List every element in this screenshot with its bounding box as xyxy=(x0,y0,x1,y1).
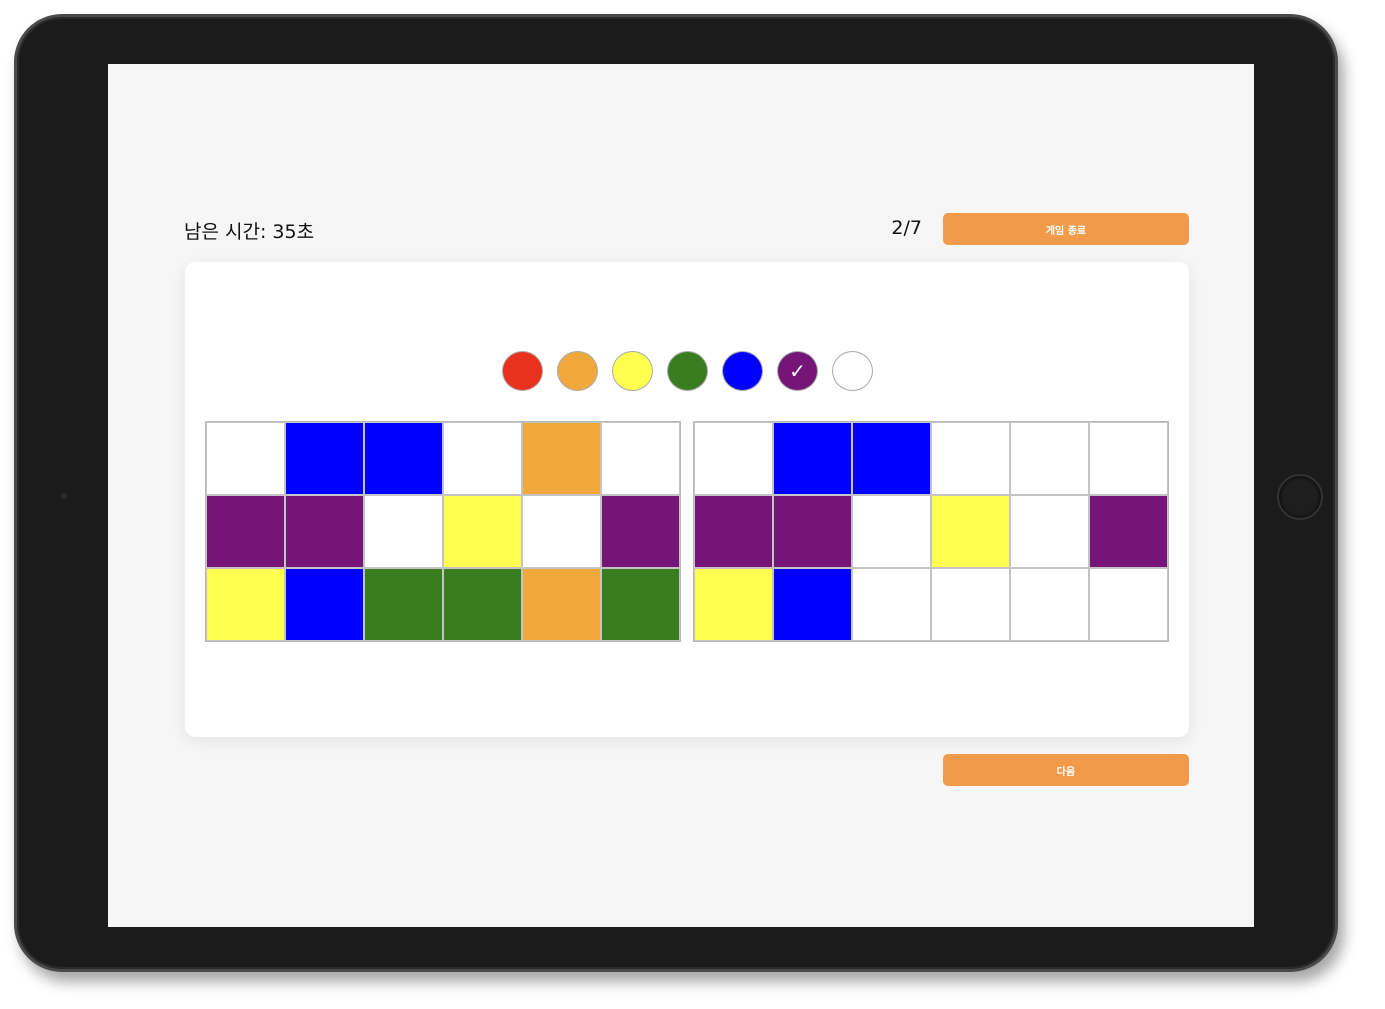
end-game-button[interactable]: 게임 종료 xyxy=(943,213,1189,245)
tablet-frame: 남은 시간: 35초 2/7 게임 종료 ✓ ✓ ✓ ✓ ✓ ✓ ✓ 다음 xyxy=(14,14,1338,972)
puzzle-card: ✓ ✓ ✓ ✓ ✓ ✓ ✓ xyxy=(185,262,1189,737)
answer-cell-r2-c4[interactable] xyxy=(1010,568,1089,641)
color-palette: ✓ ✓ ✓ ✓ ✓ ✓ ✓ xyxy=(502,351,873,391)
target-grid xyxy=(205,421,681,642)
swatch-red[interactable]: ✓ xyxy=(502,351,543,391)
target-cell-r2-c0 xyxy=(206,568,285,641)
target-cell-r2-c1 xyxy=(285,568,364,641)
answer-cell-r0-c1[interactable] xyxy=(773,422,852,495)
answer-cell-r0-c5[interactable] xyxy=(1089,422,1168,495)
answer-cell-r2-c5[interactable] xyxy=(1089,568,1168,641)
swatch-blue[interactable]: ✓ xyxy=(722,351,763,391)
game-screen: 남은 시간: 35초 2/7 게임 종료 ✓ ✓ ✓ ✓ ✓ ✓ ✓ 다음 xyxy=(108,64,1254,927)
target-cell-r0-c0 xyxy=(206,422,285,495)
target-cell-r2-c4 xyxy=(522,568,601,641)
answer-cell-r1-c5[interactable] xyxy=(1089,495,1168,568)
progress-counter: 2/7 xyxy=(891,217,922,239)
answer-cell-r2-c0[interactable] xyxy=(694,568,773,641)
target-cell-r1-c0 xyxy=(206,495,285,568)
target-cell-r2-c2 xyxy=(364,568,443,641)
answer-cell-r0-c4[interactable] xyxy=(1010,422,1089,495)
target-cell-r0-c3 xyxy=(443,422,522,495)
target-cell-r1-c1 xyxy=(285,495,364,568)
target-cell-r2-c5 xyxy=(601,568,680,641)
target-cell-r1-c3 xyxy=(443,495,522,568)
answer-cell-r1-c2[interactable] xyxy=(852,495,931,568)
target-cell-r0-c1 xyxy=(285,422,364,495)
answer-cell-r0-c0[interactable] xyxy=(694,422,773,495)
answer-cell-r2-c3[interactable] xyxy=(931,568,1010,641)
camera-icon xyxy=(61,493,67,499)
target-cell-r0-c5 xyxy=(601,422,680,495)
answer-cell-r1-c1[interactable] xyxy=(773,495,852,568)
answer-cell-r2-c2[interactable] xyxy=(852,568,931,641)
checkmark-icon: ✓ xyxy=(789,359,806,383)
target-cell-r1-c2 xyxy=(364,495,443,568)
swatch-yellow[interactable]: ✓ xyxy=(612,351,653,391)
target-cell-r1-c5 xyxy=(601,495,680,568)
target-cell-r1-c4 xyxy=(522,495,601,568)
swatch-orange[interactable]: ✓ xyxy=(557,351,598,391)
timer-text: 남은 시간: 35초 xyxy=(184,221,315,243)
target-cell-r2-c3 xyxy=(443,568,522,641)
swatch-purple[interactable]: ✓ xyxy=(777,351,818,391)
home-button[interactable] xyxy=(1277,474,1323,520)
swatch-green[interactable]: ✓ xyxy=(667,351,708,391)
answer-cell-r0-c3[interactable] xyxy=(931,422,1010,495)
swatch-white[interactable]: ✓ xyxy=(832,351,873,391)
answer-cell-r1-c0[interactable] xyxy=(694,495,773,568)
answer-cell-r1-c4[interactable] xyxy=(1010,495,1089,568)
answer-cell-r1-c3[interactable] xyxy=(931,495,1010,568)
target-cell-r0-c2 xyxy=(364,422,443,495)
next-button[interactable]: 다음 xyxy=(943,754,1189,786)
answer-grid xyxy=(693,421,1169,642)
target-cell-r0-c4 xyxy=(522,422,601,495)
answer-cell-r2-c1[interactable] xyxy=(773,568,852,641)
answer-cell-r0-c2[interactable] xyxy=(852,422,931,495)
